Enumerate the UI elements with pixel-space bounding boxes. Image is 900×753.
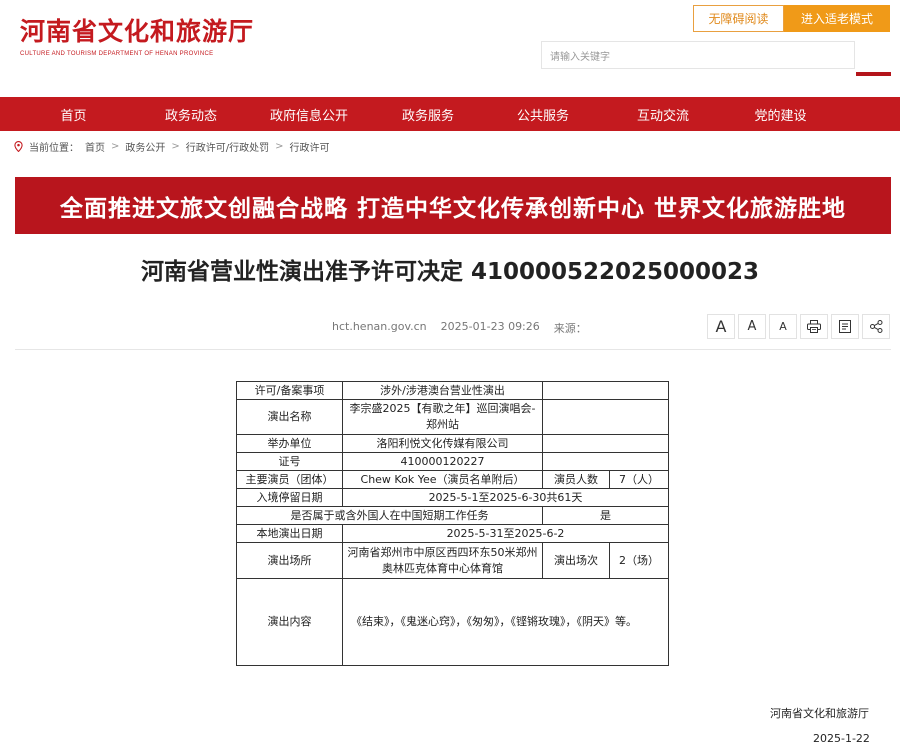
elder-mode-button[interactable]: 进入适老模式 bbox=[784, 5, 890, 32]
breadcrumb-public-affairs[interactable]: 政务公开 bbox=[125, 139, 165, 154]
short-term-label: 是否属于或含外国人在中国短期工作任务 bbox=[236, 506, 543, 525]
main-nav: 首页 政务动态 政府信息公开 政务服务 公共服务 互动交流 党的建设 bbox=[0, 97, 900, 131]
nav-item-interaction[interactable]: 互动交流 bbox=[613, 105, 713, 124]
nav-item-services[interactable]: 政务服务 bbox=[383, 105, 473, 124]
document-icon bbox=[839, 320, 851, 333]
stay-label: 入境停留日期 bbox=[236, 488, 343, 507]
table-row: 主要演员（团体） Chew Kok Yee（演员名单附后） 演员人数 7（人） bbox=[236, 470, 669, 489]
empty-cell bbox=[542, 452, 669, 471]
organizer-label: 举办单位 bbox=[236, 434, 343, 453]
performer-count-label: 演员人数 bbox=[542, 470, 610, 489]
banner-text: 全面推进文旅文创融合战略 打造中华文化传承创新中心 世界文化旅游胜地 bbox=[59, 194, 846, 222]
table-row: 许可/备案事项 涉外/涉港澳台营业性演出 bbox=[236, 381, 669, 400]
search-input[interactable]: 请输入关键字 bbox=[541, 41, 855, 69]
show-name-value: 李宗盛2025【有歌之年】巡回演唱会-郑州站 bbox=[342, 399, 543, 435]
breadcrumb-separator: > bbox=[171, 141, 180, 152]
license-value: 410000120227 bbox=[342, 452, 543, 471]
logo-subtitle: CULTURE AND TOURISM DEPARTMENT OF HENAN … bbox=[20, 51, 214, 57]
content-label: 演出内容 bbox=[236, 578, 343, 666]
source-label: 来源： bbox=[553, 322, 587, 335]
nav-item-public[interactable]: 公共服务 bbox=[473, 105, 613, 124]
breadcrumb-prefix: 当前位置： bbox=[29, 143, 79, 154]
font-small-button[interactable]: A bbox=[769, 314, 797, 339]
breadcrumb-home[interactable]: 首页 bbox=[85, 139, 105, 154]
font-medium-button[interactable]: A bbox=[738, 314, 766, 339]
local-date-value: 2025-5-31至2025-6-2 bbox=[342, 524, 669, 543]
local-date-label: 本地演出日期 bbox=[236, 524, 343, 543]
signature-org: 河南省文化和旅游厅 bbox=[770, 707, 869, 720]
signature-date: 2025-1-22 bbox=[813, 732, 870, 745]
nav-item-disclosure[interactable]: 政府信息公开 bbox=[235, 105, 383, 124]
content-value: 《结束》，《鬼迷心窍》，《匆匆》，《铿锵玫瑰》，《阴天》等。 bbox=[342, 578, 669, 666]
print-icon bbox=[807, 320, 821, 333]
logo-title: 河南省文化和旅游厅 bbox=[20, 17, 255, 46]
site-logo[interactable]: 河南省文化和旅游厅 CULTURE AND TOURISM DEPARTMENT… bbox=[20, 12, 254, 57]
search-button[interactable] bbox=[856, 41, 891, 76]
nav-item-news[interactable]: 政务动态 bbox=[147, 105, 235, 124]
show-name-label: 演出名称 bbox=[236, 399, 343, 435]
nav-item-party[interactable]: 党的建设 bbox=[713, 105, 848, 124]
nav-item-home[interactable]: 首页 bbox=[0, 105, 147, 124]
table-row: 证号 410000120227 bbox=[236, 452, 669, 471]
short-term-value: 是 bbox=[542, 506, 669, 525]
font-large-button[interactable]: A bbox=[707, 314, 735, 339]
empty-cell bbox=[542, 434, 669, 453]
breadcrumb-permit-penalty[interactable]: 行政许可/行政处罚 bbox=[186, 139, 269, 154]
document-button[interactable] bbox=[831, 314, 859, 339]
breadcrumb-separator: > bbox=[111, 141, 120, 152]
share-button[interactable] bbox=[862, 314, 890, 339]
meta-divider bbox=[15, 349, 891, 350]
empty-cell bbox=[542, 399, 669, 435]
session-label: 演出场次 bbox=[542, 542, 610, 579]
breadcrumb-separator: > bbox=[275, 141, 284, 152]
session-value: 2（场） bbox=[609, 542, 669, 579]
slogan-banner: 全面推进文旅文创融合战略 打造中华文化传承创新中心 世界文化旅游胜地 bbox=[15, 177, 891, 234]
accessibility-button[interactable]: 无障碍阅读 bbox=[693, 5, 784, 32]
article-meta: hct.henan.gov.cn 2025-01-23 09:26 来源： bbox=[332, 320, 587, 336]
article-title: 河南省营业性演出准予许可决定 410000522025000023 bbox=[140, 259, 760, 285]
permit-type-value: 涉外/涉港澳台营业性演出 bbox=[342, 381, 543, 400]
breadcrumb-permit[interactable]: 行政许可 bbox=[290, 139, 330, 154]
organizer-value: 洛阳利悦文化传媒有限公司 bbox=[342, 434, 543, 453]
table-row: 本地演出日期 2025-5-31至2025-6-2 bbox=[236, 524, 669, 543]
source-site: hct.henan.gov.cn bbox=[332, 320, 427, 333]
share-icon bbox=[869, 320, 882, 333]
venue-value: 河南省郑州市中原区西四环东50米郑州奥林匹克体育中心体育馆 bbox=[342, 542, 543, 579]
publish-datetime: 2025-01-23 09:26 bbox=[440, 320, 540, 333]
performer-count-value: 7（人） bbox=[609, 470, 669, 489]
empty-cell bbox=[542, 381, 669, 400]
stay-value: 2025-5-1至2025-6-30共61天 bbox=[342, 488, 669, 507]
print-button[interactable] bbox=[800, 314, 828, 339]
article-tools: A A A bbox=[707, 314, 890, 339]
table-row: 是否属于或含外国人在中国短期工作任务 是 bbox=[236, 506, 669, 525]
permit-table: 许可/备案事项 涉外/涉港澳台营业性演出 演出名称 李宗盛2025【有歌之年】巡… bbox=[236, 381, 669, 666]
table-row: 举办单位 洛阳利悦文化传媒有限公司 bbox=[236, 434, 669, 453]
table-row: 演出名称 李宗盛2025【有歌之年】巡回演唱会-郑州站 bbox=[236, 399, 669, 435]
permit-type-label: 许可/备案事项 bbox=[236, 381, 343, 400]
performer-value: Chew Kok Yee（演员名单附后） bbox=[342, 470, 543, 489]
table-row: 入境停留日期 2025-5-1至2025-6-30共61天 bbox=[236, 488, 669, 507]
table-row: 演出场所 河南省郑州市中原区西四环东50米郑州奥林匹克体育中心体育馆 演出场次 … bbox=[236, 542, 669, 579]
location-pin-icon bbox=[14, 141, 23, 152]
venue-label: 演出场所 bbox=[236, 542, 343, 579]
breadcrumb: 当前位置： 首页 > 政务公开 > 行政许可/行政处罚 > 行政许可 bbox=[14, 139, 330, 154]
license-label: 证号 bbox=[236, 452, 343, 471]
performer-label: 主要演员（团体） bbox=[236, 470, 343, 489]
top-buttons: 无障碍阅读 进入适老模式 bbox=[693, 5, 890, 32]
table-row: 演出内容 《结束》，《鬼迷心窍》，《匆匆》，《铿锵玫瑰》，《阴天》等。 bbox=[236, 578, 669, 666]
